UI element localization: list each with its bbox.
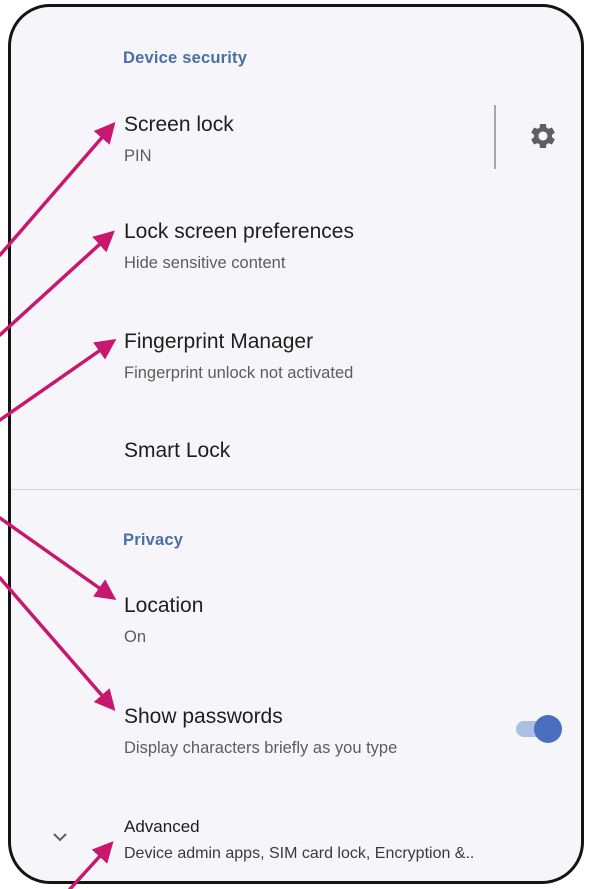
advanced-row[interactable]: Advanced Device admin apps, SIM card loc… [11, 807, 581, 877]
section-divider [11, 489, 581, 490]
fingerprint-manager-summary: Fingerprint unlock not activated [124, 364, 354, 382]
lock-screen-preferences-row[interactable]: Lock screen preferences Hide sensitive c… [11, 210, 581, 282]
show-passwords-title: Show passwords [124, 705, 283, 728]
screen-lock-title: Screen lock [124, 113, 234, 136]
device-security-header: Device security [123, 49, 248, 67]
toggle-thumb [534, 715, 562, 743]
gear-icon[interactable] [528, 121, 558, 151]
smart-lock-title: Smart Lock [124, 439, 231, 462]
fingerprint-manager-row[interactable]: Fingerprint Manager Fingerprint unlock n… [11, 320, 581, 392]
lock-screen-preferences-title: Lock screen preferences [124, 220, 354, 243]
lock-screen-preferences-summary: Hide sensitive content [124, 254, 286, 272]
smart-lock-row[interactable]: Smart Lock [11, 425, 581, 481]
fingerprint-manager-title: Fingerprint Manager [124, 330, 314, 353]
screen-lock-summary: PIN [124, 147, 152, 165]
show-passwords-toggle[interactable] [516, 714, 562, 744]
show-passwords-summary: Display characters briefly as you type [124, 739, 398, 757]
show-passwords-row[interactable]: Show passwords Display characters briefl… [11, 695, 581, 767]
advanced-summary: Device admin apps, SIM card lock, Encryp… [124, 845, 475, 862]
phone-screen: Device security Screen lock PIN Lock scr… [8, 4, 584, 884]
location-summary: On [124, 628, 147, 646]
location-title: Location [124, 594, 204, 617]
advanced-title: Advanced [124, 817, 200, 836]
screen-lock-divider [494, 105, 496, 169]
location-row[interactable]: Location On [11, 584, 581, 656]
privacy-header: Privacy [123, 531, 184, 549]
